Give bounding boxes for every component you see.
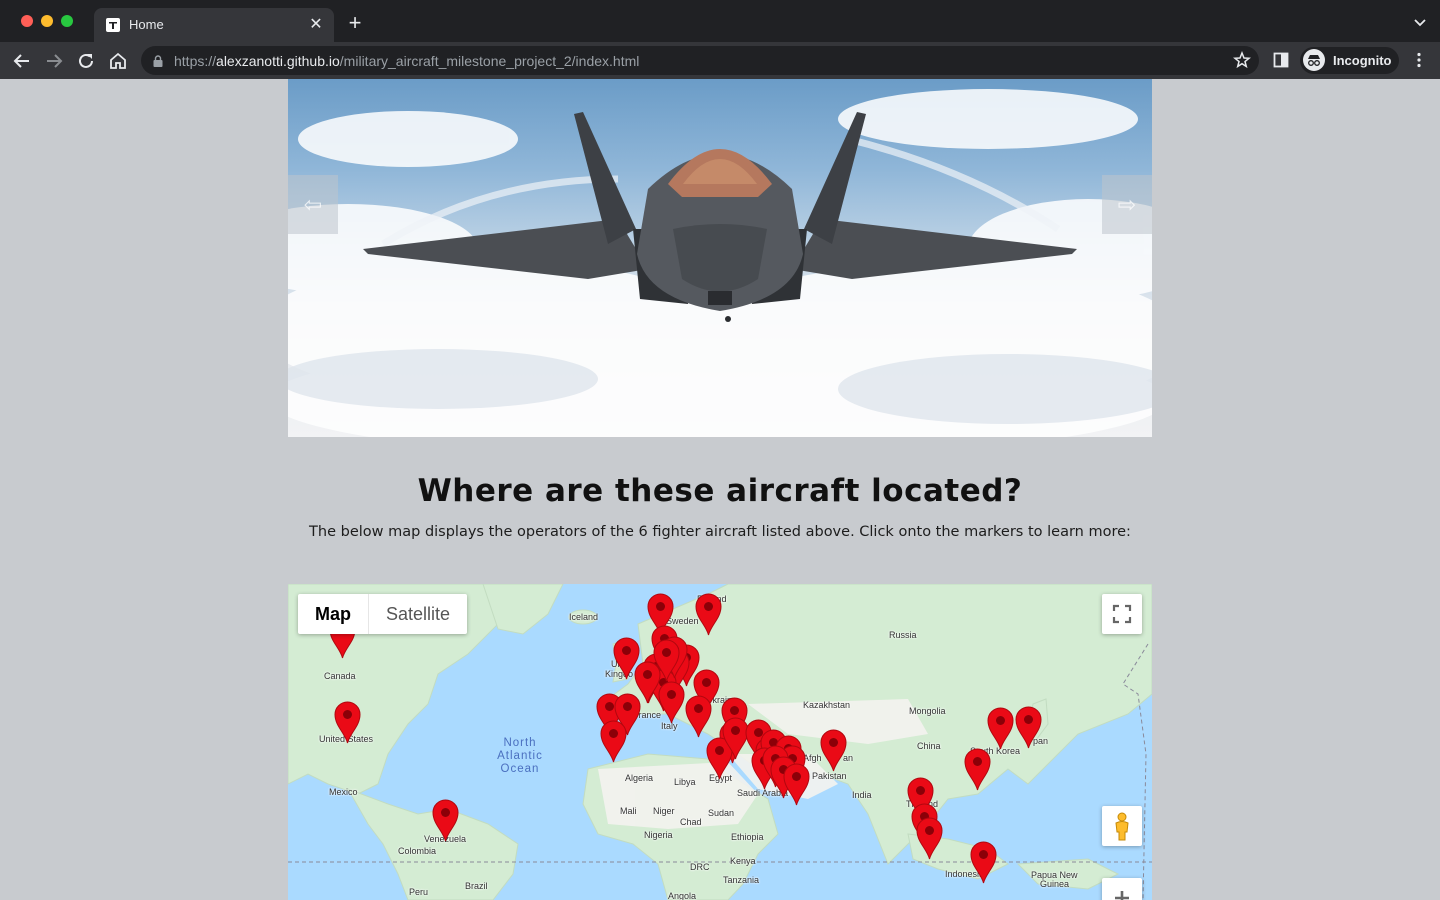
browser-toolbar: https://alexzanotti.github.io/military_a… [0,42,1440,79]
close-tab-icon[interactable]: ✕ [306,15,326,35]
operator-marker-icon[interactable] [652,639,680,682]
map-label-colombia: Colombia [398,846,437,856]
browser-tab[interactable]: Home ✕ [94,8,334,42]
street-view-pegman-button[interactable] [1102,806,1142,846]
operator-marker-icon[interactable] [431,799,459,842]
address-bar[interactable]: https://alexzanotti.github.io/military_a… [141,46,1259,75]
map-section-title: Where are these aircraft located? [417,473,1023,509]
forward-arrow-icon[interactable] [43,50,65,72]
new-tab-icon[interactable]: + [344,12,366,34]
url-text: https://alexzanotti.github.io/military_a… [174,53,640,69]
map-type-satellite-button[interactable]: Satellite [369,594,467,634]
minimize-window-button[interactable] [41,15,53,27]
operator-marker-icon[interactable] [599,720,627,763]
map-label-nigeria: Nigeria [644,830,673,840]
operator-marker-icon[interactable] [819,729,847,772]
map-label-libya: Libya [674,777,696,787]
operator-marker-icon[interactable] [1014,706,1042,749]
home-icon[interactable] [107,50,129,72]
close-window-button[interactable] [21,15,33,27]
operator-marker-icon[interactable] [684,695,712,738]
map-label-peru: Peru [409,887,429,897]
zoom-in-icon [1115,891,1129,900]
map-label-kenya: Kenya [730,856,756,866]
map-label-mexico: Mexico [329,787,358,797]
incognito-icon [1303,49,1325,71]
map-label-china: China [917,741,941,751]
reload-icon[interactable] [75,50,97,72]
map-label-chad: Chad [680,817,702,827]
side-panel-icon[interactable] [1273,52,1289,68]
tab-search-chevron-icon[interactable] [1412,14,1428,30]
operator-marker-icon[interactable] [782,763,810,806]
map-label-canada: Canada [324,671,356,681]
map-label-angola: Angola [668,891,697,900]
map-label-india: India [852,790,872,800]
map-label-pakistan: Pakistan [812,771,847,781]
lock-icon[interactable] [153,54,163,67]
map-label-russia: Russia [889,630,917,640]
map-type-map-button[interactable]: Map [298,594,369,634]
maximize-window-button[interactable] [61,15,73,27]
pegman-icon [1115,812,1129,841]
aircraft-carousel: ⇦ ⇨ [288,79,1152,437]
map-label-algeria: Algeria [625,773,654,783]
operator-marker-icon[interactable] [963,748,991,791]
map-label-brazil: Brazil [465,881,488,891]
map-label-tanzania: Tanzania [723,875,760,885]
zoom-in-button[interactable] [1102,878,1142,900]
operators-map[interactable]: Finland Sweden Iceland Russia Un Kingdo … [288,584,1152,900]
map-label-north-atlantic-ocean: North Atlantic Ocean [497,737,543,775]
map-section-description: The below map displays the operators of … [309,524,1131,540]
browser-tab-bar: Home ✕ + [0,0,1440,42]
carousel-next-button[interactable]: ⇨ [1102,175,1152,234]
page-content: ⇦ ⇨ Where are these aircraft located? Th… [0,79,1440,900]
operator-marker-icon[interactable] [969,841,997,884]
bookmark-star-icon[interactable] [1233,50,1251,69]
operator-marker-icon[interactable] [986,707,1014,750]
browser-menu-icon[interactable] [1410,51,1428,69]
map-label-niger: Niger [653,806,675,816]
map-label-sudan: Sudan [708,808,735,818]
map-label-iceland: Iceland [569,612,599,622]
fullscreen-button[interactable] [1102,594,1142,634]
map-label-mali: Mali [620,806,637,816]
tab-title: Home [129,17,164,32]
fullscreen-icon [1112,604,1132,624]
map-label-drc: DRC [690,862,710,872]
map-label-papua-new-guinea-2: Guinea [1040,879,1070,889]
carousel-prev-button[interactable]: ⇦ [288,175,338,234]
operator-marker-icon[interactable] [657,681,685,724]
incognito-label: Incognito [1333,53,1392,68]
map-type-control: Map Satellite [298,594,468,634]
operator-marker-icon[interactable] [915,817,943,860]
operator-marker-icon[interactable] [694,593,722,636]
fighter-jet-image [288,89,1152,437]
operator-marker-icon[interactable] [333,701,361,744]
map-label-mongolia: Mongolia [909,706,946,716]
map-label-kazakhstan: Kazakhstan [803,700,851,710]
incognito-profile-button[interactable]: Incognito [1300,47,1399,74]
map-label-ethiopia: Ethiopia [731,832,764,842]
back-arrow-icon[interactable] [11,50,33,72]
favicon-icon [106,18,120,32]
